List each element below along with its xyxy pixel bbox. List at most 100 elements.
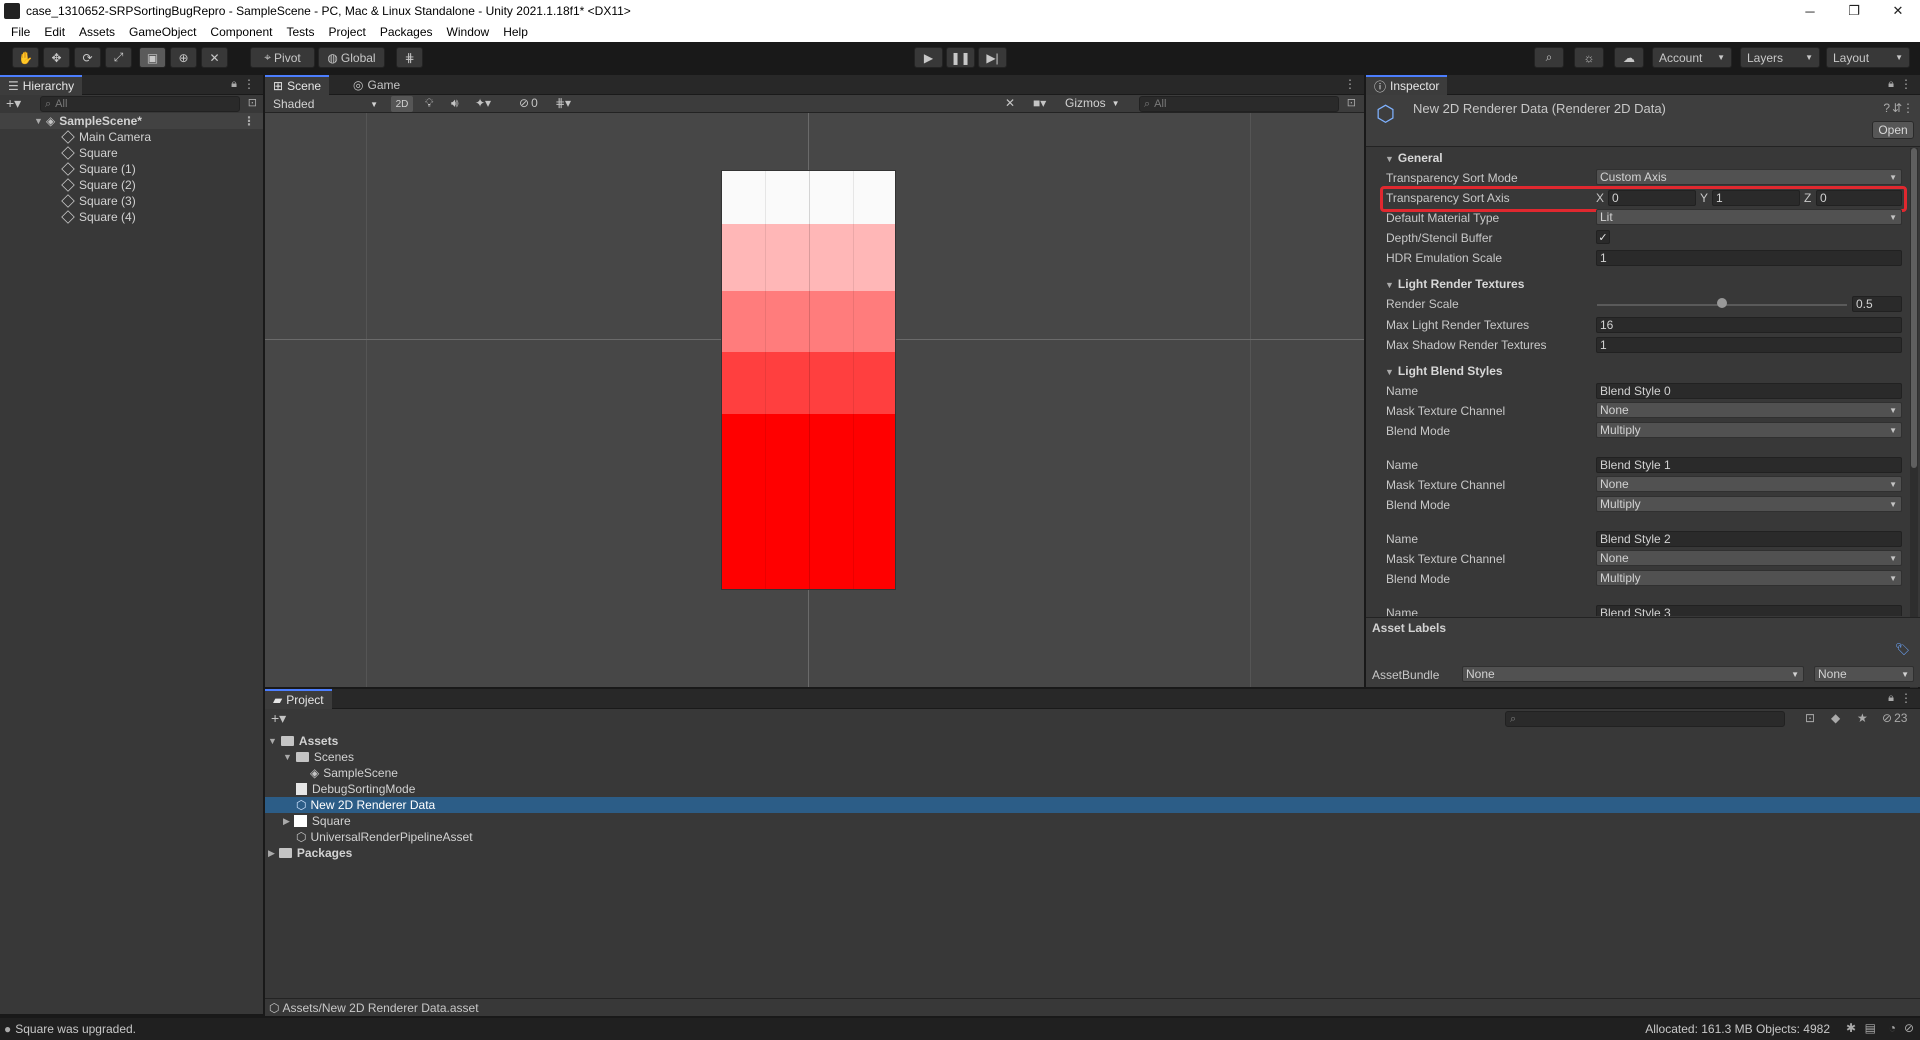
project-item-samplescene[interactable]: ◈ SampleScene — [310, 765, 398, 781]
section-light-render-textures[interactable]: ▼ Light Render Textures — [1385, 277, 1524, 291]
collab-icon[interactable]: ⊘ — [1904, 1021, 1914, 1035]
lock-icon[interactable]: 🔒︎ — [1888, 692, 1894, 705]
scene-search-input[interactable]: ⌕ All — [1139, 96, 1339, 112]
move-tool-button[interactable]: ✥ — [43, 47, 70, 68]
default-material-type-dropdown[interactable]: Lit ▼ — [1596, 209, 1902, 225]
scene-visibility-icon[interactable]: ⊡ — [248, 96, 257, 109]
help-icon[interactable]: ? — [1883, 101, 1890, 115]
effects-icon[interactable]: ✦▾ — [475, 96, 491, 110]
hierarchy-search-input[interactable]: ⌕ All — [40, 96, 240, 112]
layout-dropdown[interactable]: Layout ▼ — [1826, 47, 1910, 68]
project-item-renderer-data[interactable]: ⬡ New 2D Renderer Data — [265, 797, 1920, 813]
scene-visibility-icon[interactable]: ⊡ — [1347, 96, 1356, 109]
menu-edit[interactable]: Edit — [37, 25, 72, 39]
hierarchy-item[interactable]: Square (2) — [0, 177, 263, 193]
menu-window[interactable]: Window — [440, 25, 497, 39]
context-menu-icon[interactable]: ⋮ — [1902, 101, 1914, 115]
menu-component[interactable]: Component — [203, 25, 279, 39]
minimize-button[interactable]: ─ — [1788, 0, 1832, 22]
axis-y-field[interactable]: 1 — [1712, 190, 1800, 206]
blend-mode-dropdown[interactable]: Multiply ▼ — [1596, 570, 1902, 586]
tab-hierarchy[interactable]: ☰ Hierarchy — [0, 75, 83, 95]
favorite-icon[interactable]: ★ — [1857, 711, 1868, 725]
step-button[interactable]: ▶| — [978, 47, 1007, 68]
pause-button[interactable]: ❚❚ — [946, 47, 975, 68]
hdr-emulation-field[interactable]: 1 — [1596, 250, 1902, 266]
menu-tests[interactable]: Tests — [279, 25, 321, 39]
play-button[interactable]: ▶ — [914, 47, 943, 68]
label-tag-icon[interactable]: 🏷︎ — [1895, 642, 1910, 656]
asset-bundle-dropdown[interactable]: None ▼ — [1462, 666, 1804, 682]
shading-mode-dropdown[interactable]: Shaded ▼ — [267, 96, 384, 112]
hierarchy-item[interactable]: Square (3) — [0, 193, 263, 209]
cache-icon[interactable]: ▤ — [1865, 1021, 1876, 1035]
tools-icon[interactable]: ✕ — [1005, 96, 1015, 110]
render-scale-slider-thumb[interactable] — [1717, 298, 1727, 308]
tab-game[interactable]: ◎ Game — [345, 75, 408, 95]
progress-icon[interactable]: ◔ — [1889, 1021, 1896, 1035]
section-general[interactable]: ▼ General — [1385, 151, 1443, 165]
axis-x-field[interactable]: 0 — [1608, 190, 1696, 206]
pivot-toggle[interactable]: ⌖ Pivot — [250, 47, 315, 68]
hierarchy-item[interactable]: Square (1) — [0, 161, 263, 177]
render-scale-field[interactable]: 0.5 — [1852, 296, 1902, 312]
inspector-scrollbar[interactable] — [1910, 148, 1918, 688]
cloud-button[interactable]: ☁ — [1614, 47, 1644, 68]
square-sprite[interactable] — [721, 224, 896, 291]
grid-snap-button[interactable]: ⋕ — [396, 47, 423, 68]
search-by-type-icon[interactable]: ⊡ — [1805, 711, 1815, 725]
square-sprite[interactable] — [721, 291, 896, 352]
panel-menu-icon[interactable]: ⋮ — [1900, 77, 1912, 91]
rect-tool-button[interactable]: ▣ — [139, 47, 166, 68]
services-button[interactable]: ☼ — [1574, 47, 1604, 68]
gizmos-dropdown[interactable]: Gizmos ▼ — [1065, 96, 1120, 110]
project-item-urp-asset[interactable]: ⬡ UniversalRenderPipelineAsset — [296, 829, 473, 845]
project-folder-assets[interactable]: ▼ Assets — [268, 733, 338, 749]
layers-dropdown[interactable]: Layers ▼ — [1740, 47, 1820, 68]
hierarchy-item[interactable]: Square — [0, 145, 263, 161]
square-sprite[interactable] — [721, 414, 896, 590]
close-button[interactable]: ✕ — [1876, 0, 1920, 22]
expand-arrow-icon[interactable]: ▼ — [268, 736, 277, 746]
mask-texture-channel-dropdown[interactable]: None ▼ — [1596, 550, 1902, 566]
blend-style-name-field[interactable]: Blend Style 1 — [1596, 457, 1902, 473]
depth-stencil-checkbox[interactable]: ✓ — [1596, 230, 1610, 244]
tab-scene[interactable]: ⊞ Scene — [265, 75, 330, 95]
debug-icon[interactable]: ✱ — [1846, 1021, 1856, 1035]
asset-variant-dropdown[interactable]: None ▼ — [1814, 666, 1914, 682]
scale-tool-button[interactable]: ⤢ — [105, 47, 132, 68]
menu-file[interactable]: File — [4, 25, 37, 39]
project-search-input[interactable]: ⌕ — [1505, 711, 1785, 727]
menu-gameobject[interactable]: GameObject — [122, 25, 203, 39]
open-button[interactable]: Open — [1872, 121, 1914, 139]
max-light-textures-field[interactable]: 16 — [1596, 317, 1902, 333]
axis-z-field[interactable]: 0 — [1816, 190, 1902, 206]
section-light-blend-styles[interactable]: ▼ Light Blend Styles — [1385, 364, 1503, 378]
panel-menu-icon[interactable]: ⋮ — [243, 77, 255, 91]
hierarchy-item[interactable]: Square (4) — [0, 209, 263, 225]
camera-icon[interactable]: ■▾ — [1033, 96, 1046, 110]
expand-arrow-icon[interactable]: ▶ — [283, 816, 290, 827]
menu-assets[interactable]: Assets — [72, 25, 122, 39]
square-sprite[interactable] — [721, 352, 896, 414]
tab-project[interactable]: ▰ Project — [265, 689, 332, 709]
menu-help[interactable]: Help — [496, 25, 535, 39]
menu-packages[interactable]: Packages — [373, 25, 440, 39]
tab-inspector[interactable]: ⓘ Inspector — [1366, 75, 1448, 95]
settings-icon[interactable]: ⇵ — [1892, 101, 1902, 115]
square-sprite[interactable] — [721, 170, 896, 224]
search-by-label-icon[interactable]: ◆ — [1831, 711, 1840, 725]
mask-texture-channel-dropdown[interactable]: None ▼ — [1596, 476, 1902, 492]
mask-texture-channel-dropdown[interactable]: None ▼ — [1596, 402, 1902, 418]
scene-menu-icon[interactable]: ⋮ — [243, 114, 255, 128]
mode-2d-toggle[interactable]: 2D — [391, 96, 413, 112]
lighting-icon[interactable]: 💡︎ — [425, 96, 433, 111]
project-item-square[interactable]: ▶ Square — [283, 813, 351, 829]
project-folder-packages[interactable]: ▶ Packages — [268, 845, 352, 861]
audio-icon[interactable]: 🔊︎ — [451, 96, 459, 111]
expand-arrow-icon[interactable]: ▼ — [283, 752, 292, 762]
status-message[interactable]: Square was upgraded. — [15, 1022, 136, 1036]
menu-project[interactable]: Project — [321, 25, 372, 39]
rotate-tool-button[interactable]: ⟳ — [74, 47, 101, 68]
project-item-debugsortingmode[interactable]: DebugSortingMode — [296, 781, 415, 797]
